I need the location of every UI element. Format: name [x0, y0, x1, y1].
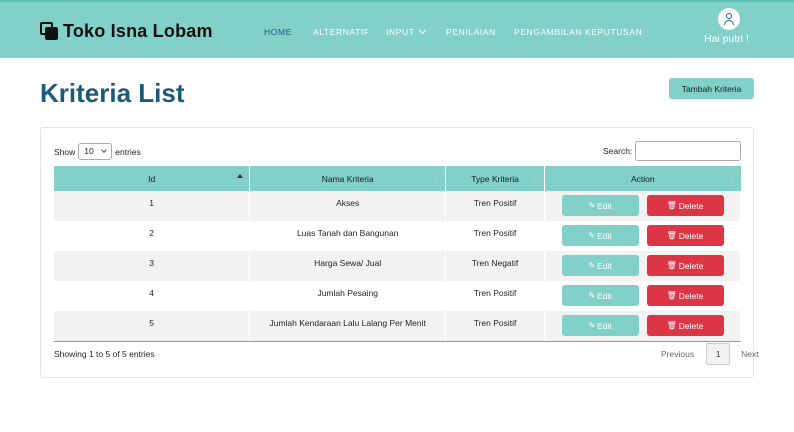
sort-icon	[532, 174, 538, 183]
show-label: Show	[54, 146, 76, 157]
sort-icon	[728, 174, 735, 183]
entries-label: entries	[115, 146, 141, 157]
chevron-down-icon	[418, 26, 426, 35]
cell-id: 2	[54, 221, 251, 251]
column-label: Action	[630, 173, 655, 184]
trash-icon: 🗑	[666, 261, 677, 270]
edit-button[interactable]: ✎ Edit	[561, 195, 639, 216]
table-row: 2 Luas Tanah dan Bangunan Tren Positif ✎…	[54, 221, 741, 251]
cell-action: ✎ Edit 🗑 Delete	[544, 221, 741, 251]
brand-name: Toko Isna Lobam	[63, 20, 213, 41]
cell-action: ✎ Edit 🗑 Delete	[544, 191, 741, 221]
trash-icon: 🗑	[666, 321, 677, 330]
cell-nama-kriteria: Luas Tanah dan Bangunan	[249, 221, 447, 251]
cell-id: 5	[54, 311, 251, 342]
delete-label: Delete	[678, 200, 704, 211]
cell-type-kriteria: Tren Positif	[445, 221, 545, 251]
column-header-type-kriteria[interactable]: Type Kriteria	[445, 166, 545, 191]
cell-id: 3	[54, 251, 251, 281]
edit-label: Edit	[597, 230, 612, 241]
edit-icon: ✎	[588, 201, 596, 210]
next-page-button[interactable]: Next	[741, 349, 758, 359]
kriteria-table: Id Nama Kriteria Type Kriteria Action 1 …	[54, 166, 741, 342]
table-info: Showing 1 to 5 of 5 entries	[54, 349, 155, 359]
brand[interactable]: Toko Isna Lobam	[40, 19, 213, 43]
user-greeting[interactable]: Hai putri !	[704, 33, 749, 45]
delete-label: Delete	[678, 260, 704, 271]
page-title: Kriteria List	[40, 78, 185, 108]
column-header-action[interactable]: Action	[544, 166, 741, 191]
edit-icon: ✎	[588, 231, 596, 240]
column-header-id[interactable]: Id	[54, 166, 251, 191]
cell-nama-kriteria: Harga Sewa/ Jual	[249, 251, 447, 281]
edit-button[interactable]: ✎ Edit	[561, 255, 639, 276]
edit-label: Edit	[597, 320, 612, 331]
delete-label: Delete	[678, 320, 704, 331]
table-row: 1 Akses Tren Positif ✎ Edit 🗑 Delete	[54, 191, 741, 221]
trash-icon: 🗑	[666, 231, 677, 240]
column-label: Type Kriteria	[471, 173, 519, 184]
nav-penilaian[interactable]: PENILAIAN	[446, 27, 496, 37]
cell-type-kriteria: Tren Positif	[445, 311, 545, 342]
cell-type-kriteria: Tren Negatif	[445, 251, 545, 281]
edit-label: Edit	[597, 200, 612, 211]
nav-input-label: INPUT	[386, 27, 415, 37]
cell-action: ✎ Edit 🗑 Delete	[544, 281, 741, 311]
trash-icon: 🗑	[666, 291, 677, 300]
page-1-button[interactable]: 1	[706, 343, 731, 365]
delete-button[interactable]: 🗑 Delete	[646, 285, 724, 306]
entries-value: 10	[84, 146, 94, 156]
edit-button[interactable]: ✎ Edit	[561, 285, 639, 306]
sort-ascending-icon	[237, 174, 244, 183]
column-header-nama-kriteria[interactable]: Nama Kriteria	[249, 166, 447, 191]
nav-pengambilan-keputusan[interactable]: PENGAMBILAN KEPUTUSAN	[514, 27, 642, 37]
edit-icon: ✎	[588, 261, 596, 270]
delete-button[interactable]: 🗑 Delete	[646, 315, 724, 336]
edit-button[interactable]: ✎ Edit	[561, 315, 639, 336]
cell-type-kriteria: Tren Positif	[445, 281, 545, 311]
search-label: Search:	[603, 146, 633, 156]
edit-label: Edit	[597, 260, 612, 271]
search-control: Search:	[603, 141, 742, 161]
column-label: Id	[148, 173, 156, 184]
edit-icon: ✎	[588, 321, 596, 330]
chevron-down-icon	[101, 147, 108, 153]
top-navbar: Toko Isna Lobam HOME ALTERNATIF INPUT PE…	[0, 0, 794, 58]
user-icon[interactable]	[718, 8, 740, 30]
delete-button[interactable]: 🗑 Delete	[646, 195, 724, 216]
column-label: Nama Kriteria	[321, 173, 374, 184]
search-input[interactable]	[635, 141, 742, 161]
kriteria-table-card: Show 10 entries Search: Id Nama Kriteria…	[40, 127, 759, 378]
cell-nama-kriteria: Jumlah Pesaing	[249, 281, 447, 311]
cell-action: ✎ Edit 🗑 Delete	[544, 311, 741, 342]
nav-input[interactable]: INPUT	[386, 26, 426, 37]
cell-type-kriteria: Tren Positif	[445, 191, 545, 221]
stacked-squares-icon	[40, 21, 59, 41]
nav-alternatif[interactable]: ALTERNATIF	[313, 27, 370, 37]
delete-label: Delete	[678, 230, 704, 241]
cell-nama-kriteria: Akses	[249, 191, 447, 221]
delete-label: Delete	[678, 290, 704, 301]
cell-id: 4	[54, 281, 251, 311]
nav-home[interactable]: HOME	[264, 27, 292, 37]
cell-id: 1	[54, 191, 251, 221]
entries-length-control: Show 10 entries	[54, 143, 141, 160]
table-header-row: Id Nama Kriteria Type Kriteria Action	[54, 166, 741, 191]
delete-button[interactable]: 🗑 Delete	[646, 225, 724, 246]
cell-nama-kriteria: Jumlah Kendaraan Lalu Lalang Per Menit	[249, 311, 447, 342]
edit-label: Edit	[597, 290, 612, 301]
trash-icon: 🗑	[666, 201, 677, 210]
edit-button[interactable]: ✎ Edit	[561, 225, 639, 246]
table-row: 4 Jumlah Pesaing Tren Positif ✎ Edit 🗑 Del…	[54, 281, 741, 311]
previous-page-button[interactable]: Previous	[661, 349, 694, 359]
table-row: 3 Harga Sewa/ Jual Tren Negatif ✎ Edit 🗑 D…	[54, 251, 741, 281]
entries-select[interactable]: 10	[78, 143, 113, 160]
cell-action: ✎ Edit 🗑 Delete	[544, 251, 741, 281]
sort-icon	[433, 174, 440, 183]
edit-icon: ✎	[588, 291, 596, 300]
add-kriteria-button[interactable]: Tambah Kriteria	[669, 78, 754, 99]
pagination: Previous 1 Next	[661, 343, 759, 365]
table-row: 5 Jumlah Kendaraan Lalu Lalang Per Menit…	[54, 311, 741, 342]
delete-button[interactable]: 🗑 Delete	[646, 255, 724, 276]
